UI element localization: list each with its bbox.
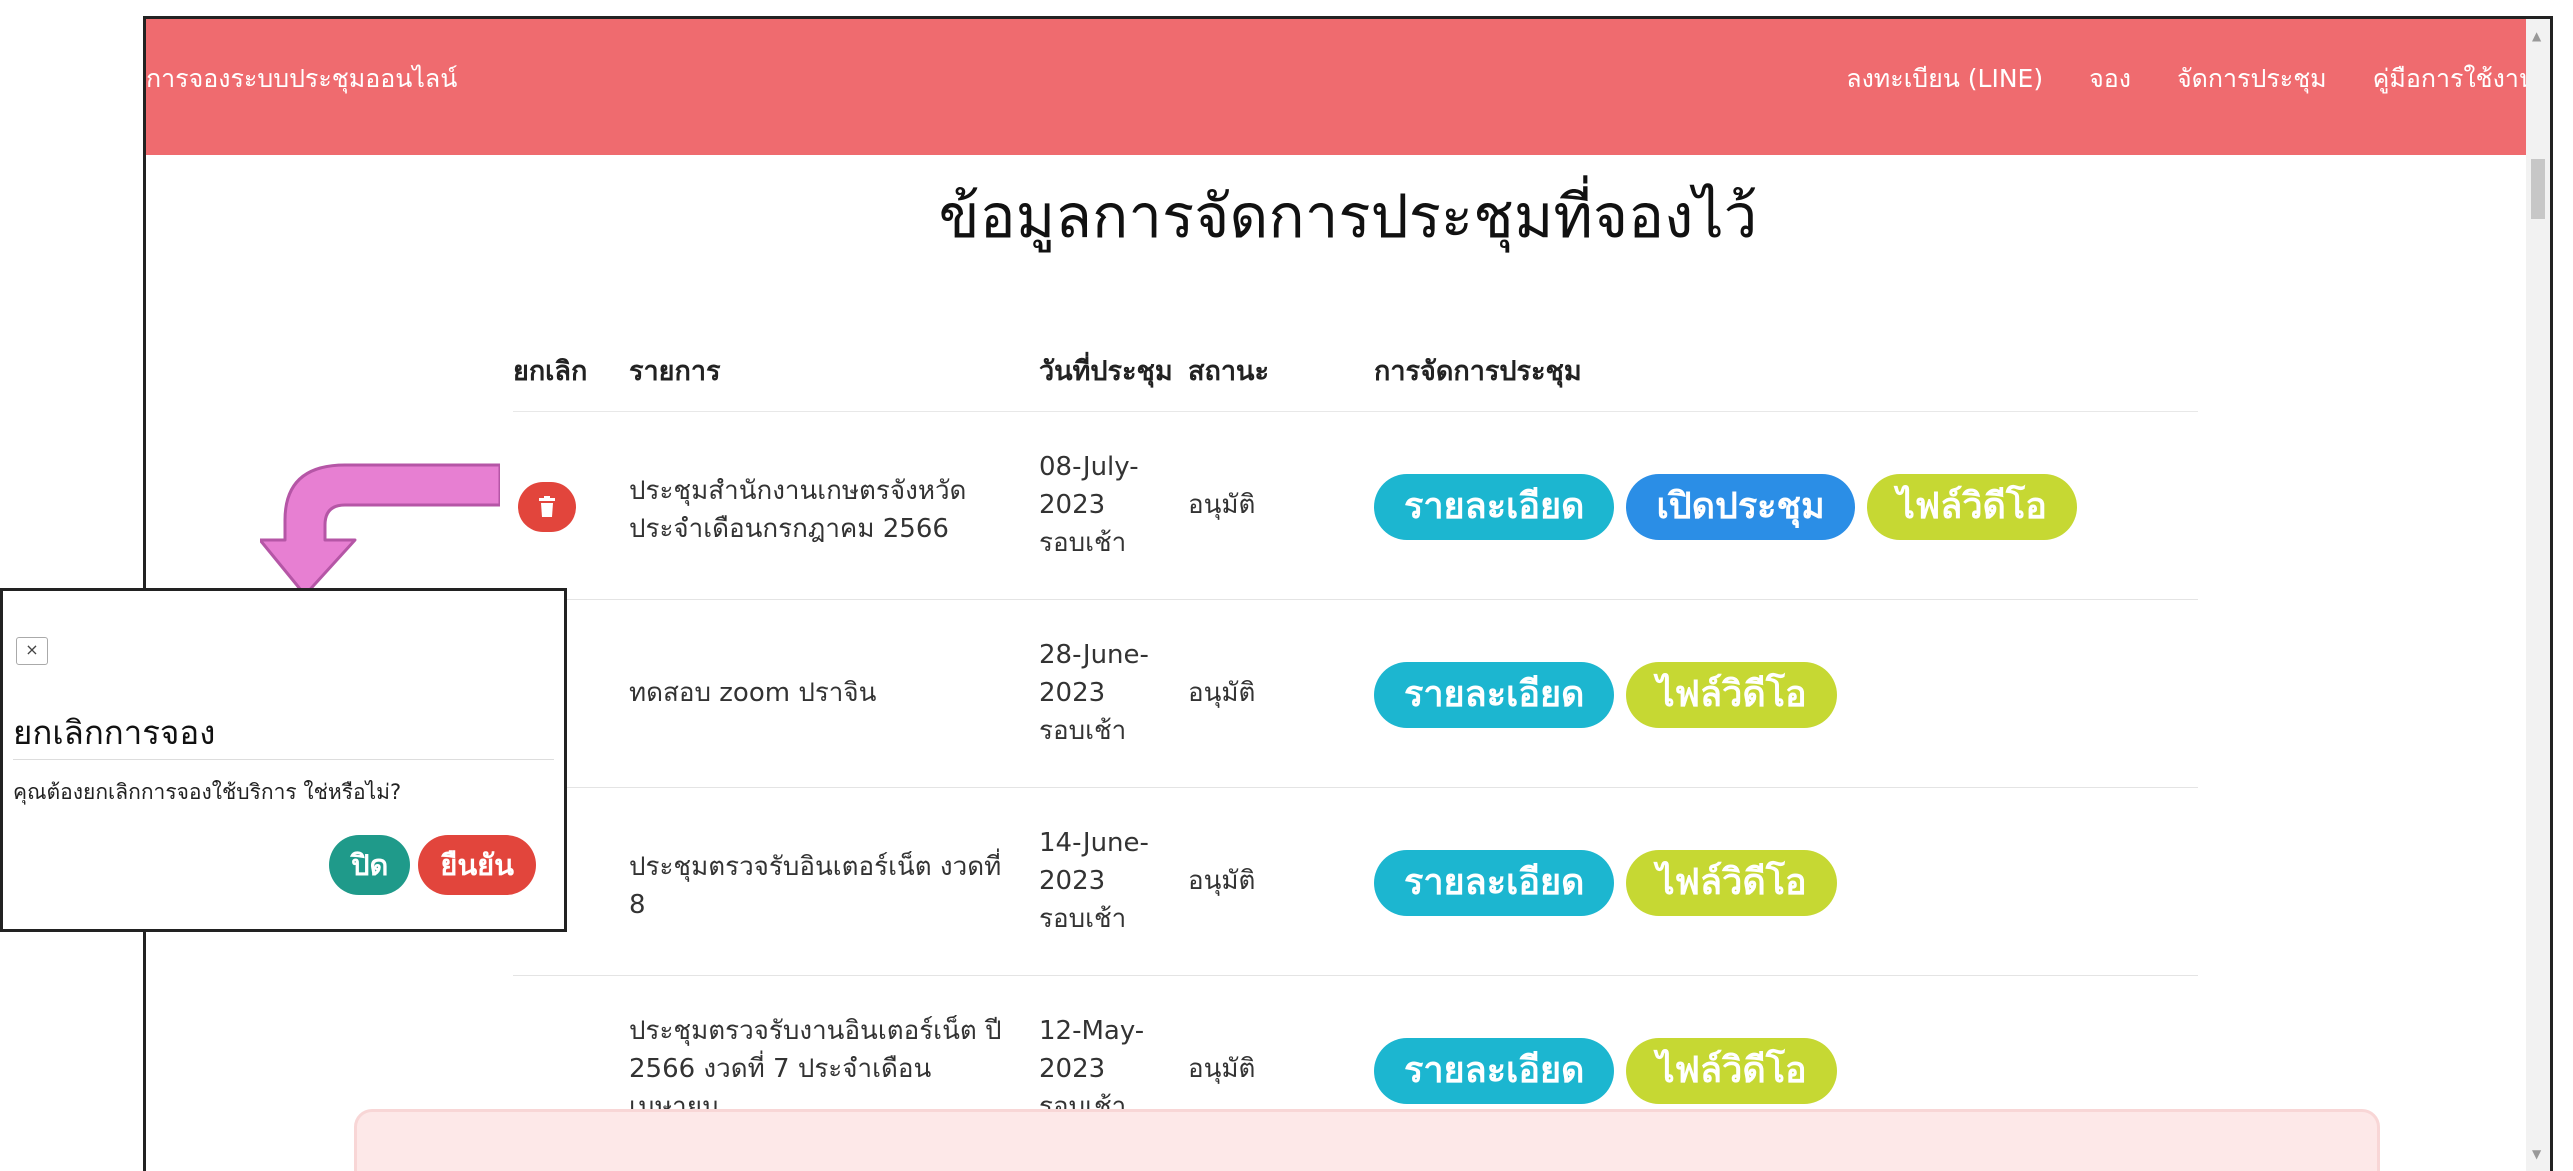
header-actions: การจัดการประชุม bbox=[1374, 356, 1582, 387]
details-button[interactable]: รายละเอียด bbox=[1374, 474, 1615, 540]
brand-link[interactable]: การจองระบบประชุมออนไลน์ bbox=[146, 59, 457, 99]
row-item: ประชุมสำนักงานเกษตรจังหวัด ประจำเดือนกรก… bbox=[629, 476, 967, 544]
row-actions: รายละเอียด ไฟล์วิดีโอ bbox=[1374, 850, 1837, 916]
row-status: อนุมัติ bbox=[1188, 678, 1256, 708]
row-date: 14-June- 2023 รอบเช้า bbox=[1039, 828, 1149, 934]
row-actions: รายละเอียด ไฟล์วิดีโอ bbox=[1374, 1038, 1837, 1104]
page-title: ข้อมูลการจัดการประชุมที่จองไว้ bbox=[938, 182, 1758, 252]
nav-links: ลงทะเบียน (LINE) จอง จัดการประชุม คู่มือ… bbox=[1846, 59, 2536, 99]
modal-message: คุณต้องยกเลิกการจองใช้บริการ ใช่หรือไม่? bbox=[13, 780, 402, 804]
video-file-button[interactable]: ไฟล์วิดีโอ bbox=[1626, 1038, 1837, 1104]
row-status: อนุมัติ bbox=[1188, 1054, 1256, 1084]
nav-manage-meetings[interactable]: จัดการประชุม bbox=[2177, 59, 2327, 99]
table-header: ยกเลิก รายการ วันที่ประชุม สถานะ การจัดก… bbox=[513, 319, 2198, 412]
delete-button[interactable] bbox=[518, 482, 576, 532]
nav-book[interactable]: จอง bbox=[2089, 59, 2131, 99]
close-button[interactable]: ปิด bbox=[329, 835, 411, 895]
alert-panel bbox=[354, 1109, 2380, 1171]
header-status: สถานะ bbox=[1188, 356, 1269, 387]
video-file-button[interactable]: ไฟล์วิดีโอ bbox=[1626, 850, 1837, 916]
navbar: การจองระบบประชุมออนไลน์ ลงทะเบียน (LINE)… bbox=[146, 19, 2550, 155]
scroll-thumb[interactable] bbox=[2531, 159, 2545, 219]
scrollbar[interactable]: ▲ ▼ bbox=[2526, 19, 2550, 1171]
row-status: อนุมัติ bbox=[1188, 490, 1256, 520]
header-date: วันที่ประชุม bbox=[1039, 356, 1173, 387]
table-row: ประชุมตรวจรับอินเตอร์เน็ต งวดที่ 8 14-Ju… bbox=[513, 788, 2198, 976]
details-button[interactable]: รายละเอียด bbox=[1374, 662, 1615, 728]
row-date: 08-July- 2023 รอบเช้า bbox=[1039, 452, 1139, 558]
close-icon[interactable]: × bbox=[16, 637, 48, 665]
table-row: ทดสอบ zoom ปราจิน 28-June- 2023 รอบเช้า … bbox=[513, 600, 2198, 788]
video-file-button[interactable]: ไฟล์วิดีโอ bbox=[1866, 474, 2077, 540]
header-cancel: ยกเลิก bbox=[513, 356, 588, 387]
cancel-booking-modal: × ยกเลิกการจอง คุณต้องยกเลิกการจองใช้บริ… bbox=[0, 588, 567, 932]
row-actions: รายละเอียด ไฟล์วิดีโอ bbox=[1374, 662, 1837, 728]
table-row: ประชุมสำนักงานเกษตรจังหวัด ประจำเดือนกรก… bbox=[513, 412, 2198, 600]
scroll-up-icon[interactable]: ▲ bbox=[2532, 29, 2541, 43]
bookings-table: ยกเลิก รายการ วันที่ประชุม สถานะ การจัดก… bbox=[513, 319, 2198, 1164]
nav-user-manual[interactable]: คู่มือการใช้งาน bbox=[2373, 59, 2536, 99]
header-item: รายการ bbox=[629, 356, 721, 387]
modal-actions: ปิด ยืนยัน bbox=[329, 835, 536, 895]
video-file-button[interactable]: ไฟล์วิดีโอ bbox=[1626, 662, 1837, 728]
details-button[interactable]: รายละเอียด bbox=[1374, 1038, 1615, 1104]
open-meeting-button[interactable]: เปิดประชุม bbox=[1626, 474, 1855, 540]
modal-title: ยกเลิกการจอง bbox=[13, 713, 216, 752]
row-actions: รายละเอียด เปิดประชุม ไฟล์วิดีโอ bbox=[1374, 474, 2077, 540]
row-item: ประชุมตรวจรับอินเตอร์เน็ต งวดที่ 8 bbox=[629, 852, 1002, 920]
details-button[interactable]: รายละเอียด bbox=[1374, 850, 1615, 916]
modal-divider bbox=[13, 759, 554, 760]
scroll-down-icon[interactable]: ▼ bbox=[2532, 1147, 2541, 1161]
trash-icon bbox=[539, 496, 555, 517]
nav-register-line[interactable]: ลงทะเบียน (LINE) bbox=[1846, 59, 2043, 99]
confirm-button[interactable]: ยืนยัน bbox=[418, 835, 536, 895]
row-item: ทดสอบ zoom ปราจิน bbox=[629, 678, 877, 708]
row-date: 28-June- 2023 รอบเช้า bbox=[1039, 640, 1149, 746]
row-status: อนุมัติ bbox=[1188, 866, 1256, 896]
